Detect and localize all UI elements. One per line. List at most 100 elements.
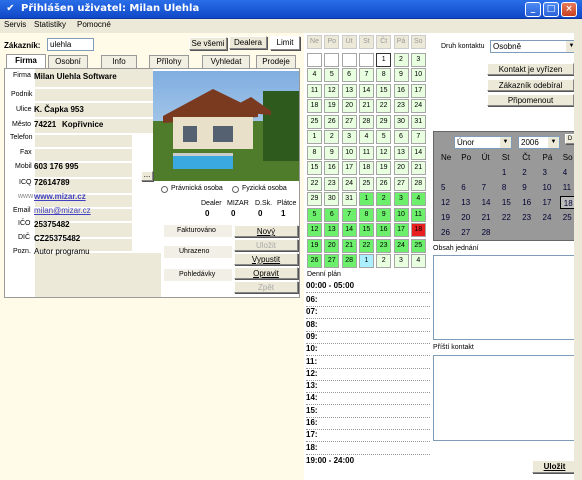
menu-servis[interactable]: Servis bbox=[4, 20, 26, 29]
minical-day-cell[interactable]: 21 bbox=[478, 211, 500, 224]
calendar-day-cell[interactable]: 21 bbox=[410, 161, 426, 175]
minical-day-cell[interactable]: 5 bbox=[438, 181, 459, 194]
limit-tab[interactable]: Limit bbox=[270, 36, 300, 50]
calendar-day-cell[interactable]: 26 bbox=[307, 254, 322, 268]
calendar-day-cell[interactable]: 7 bbox=[410, 130, 426, 144]
minical-day-cell[interactable]: 9 bbox=[519, 181, 541, 194]
customer-search-input[interactable]: ulehla bbox=[47, 38, 94, 51]
calendar-day-cell[interactable]: 24 bbox=[341, 176, 357, 191]
calendar-day-cell[interactable]: 22 bbox=[376, 99, 392, 113]
dayplan-hour-row[interactable]: 06: bbox=[306, 295, 430, 307]
minical-day-cell[interactable]: 7 bbox=[478, 181, 500, 194]
calendar-day-cell[interactable]: 3 bbox=[393, 192, 409, 206]
calendar-day-cell[interactable]: 17 bbox=[341, 161, 357, 175]
tab-osobni[interactable]: Osobní bbox=[48, 55, 88, 68]
calendar-day-cell[interactable]: 31 bbox=[341, 192, 357, 206]
calendar-day-cell[interactable]: 14 bbox=[341, 223, 357, 237]
calendar-day-cell[interactable]: 2 bbox=[324, 130, 340, 144]
contact-type-select[interactable]: Osobně ▼ bbox=[490, 40, 578, 53]
minical-day-cell[interactable]: 22 bbox=[498, 211, 520, 224]
minical-day-cell[interactable]: 26 bbox=[438, 226, 459, 239]
calendar-day-cell[interactable]: 1 bbox=[307, 130, 322, 144]
calendar-day-cell[interactable]: 19 bbox=[324, 99, 340, 113]
photo-browse-button[interactable]: ... bbox=[141, 171, 153, 181]
next-contact-textarea[interactable] bbox=[433, 355, 578, 441]
calendar-day-cell[interactable]: 8 bbox=[307, 145, 322, 160]
calendar-day-cell[interactable]: 25 bbox=[307, 114, 322, 129]
calendar-day-cell[interactable]: 20 bbox=[324, 238, 340, 253]
calendar-day-cell[interactable]: 23 bbox=[324, 176, 340, 191]
radio-fyzicka[interactable] bbox=[232, 186, 239, 193]
calendar-day-cell[interactable]: 15 bbox=[376, 83, 392, 98]
calendar-day-cell[interactable]: 10 bbox=[341, 145, 357, 160]
calendar-day-cell[interactable]: 15 bbox=[358, 223, 374, 237]
dayplan-row-last[interactable]: 19:00 - 24:00 bbox=[306, 456, 430, 468]
value-firma[interactable]: Milan Ulehla Software bbox=[34, 72, 117, 81]
dayplan-hour-row[interactable]: 07: bbox=[306, 307, 430, 320]
minical-day-cell[interactable]: 16 bbox=[519, 196, 541, 209]
value-ulice[interactable]: K. Čapka 953 bbox=[34, 105, 84, 114]
new-button[interactable]: Nový bbox=[234, 225, 298, 237]
calendar-day-cell[interactable]: 3 bbox=[341, 130, 357, 144]
dayplan-hour-row[interactable]: 12: bbox=[306, 369, 430, 381]
scrollbar[interactable] bbox=[574, 33, 582, 480]
calendar-day-cell[interactable]: 4 bbox=[410, 192, 426, 206]
calendar-day-cell[interactable]: 3 bbox=[393, 254, 409, 268]
menu-pomocne[interactable]: Pomocné bbox=[77, 20, 111, 29]
calendar-day-cell[interactable]: 23 bbox=[376, 238, 392, 253]
tab-firma[interactable]: Firma bbox=[6, 54, 46, 68]
calendar-day-cell[interactable]: 5 bbox=[376, 130, 392, 144]
calendar-day-cell[interactable]: 16 bbox=[324, 161, 340, 175]
save-contact-button[interactable]: Uložit bbox=[532, 460, 577, 473]
all-customers-button[interactable]: Se všemi bbox=[189, 37, 227, 50]
calendar-day-cell[interactable]: 28 bbox=[341, 254, 357, 268]
calendar-day-cell[interactable]: 9 bbox=[376, 207, 392, 222]
calendar-day-cell[interactable]: 13 bbox=[324, 223, 340, 237]
calendar-day-cell[interactable]: 22 bbox=[307, 176, 322, 191]
calendar-day-cell[interactable]: 7 bbox=[358, 68, 374, 82]
calendar-day-cell[interactable]: 17 bbox=[410, 83, 426, 98]
calendar-day-cell[interactable]: 14 bbox=[410, 145, 426, 160]
calendar-day-cell[interactable]: 12 bbox=[324, 83, 340, 98]
calendar-day-cell[interactable]: 18 bbox=[307, 99, 322, 113]
calendar-day-cell[interactable]: 23 bbox=[393, 99, 409, 113]
dealer-tab[interactable]: Dealera bbox=[229, 36, 267, 49]
calendar-day-cell[interactable]: 30 bbox=[324, 192, 340, 206]
calendar-day-cell[interactable]: 2 bbox=[393, 52, 409, 67]
calendar-day-cell[interactable]: 30 bbox=[393, 114, 409, 129]
calendar-day-cell[interactable]: 1 bbox=[376, 52, 392, 67]
meeting-notes-textarea[interactable] bbox=[433, 255, 578, 340]
dayplan-hour-row[interactable]: 13: bbox=[306, 381, 430, 394]
calendar-day-cell[interactable]: 24 bbox=[410, 99, 426, 113]
tab-info[interactable]: Info bbox=[101, 55, 137, 68]
calendar-day-cell[interactable]: 20 bbox=[393, 161, 409, 175]
calendar-day-cell[interactable]: 6 bbox=[341, 68, 357, 82]
close-button[interactable]: × bbox=[561, 2, 577, 17]
dayplan-hour-row[interactable]: 18: bbox=[306, 443, 430, 455]
contact-done-button[interactable]: Kontakt je vyřízen bbox=[487, 63, 574, 75]
save-button[interactable]: Uložit bbox=[234, 239, 298, 251]
link-www[interactable]: www.mizar.cz bbox=[34, 192, 86, 201]
calendar-day-cell[interactable]: 28 bbox=[410, 176, 426, 191]
minical-day-cell[interactable]: 15 bbox=[498, 196, 520, 209]
dayplan-hour-row[interactable]: 09: bbox=[306, 332, 430, 344]
calendar-day-cell[interactable]: 27 bbox=[324, 254, 340, 268]
calendar-day-cell[interactable]: 20 bbox=[341, 99, 357, 113]
calendar-day-cell[interactable]: 16 bbox=[376, 223, 392, 237]
back-button[interactable]: Zpět bbox=[234, 281, 298, 293]
value-ico[interactable]: 25375482 bbox=[34, 220, 70, 229]
maximize-button[interactable]: □ bbox=[543, 2, 559, 17]
tab-prilohy[interactable]: Přílohy bbox=[149, 55, 189, 68]
dayplan-hour-row[interactable]: 16: bbox=[306, 418, 430, 430]
value-dic[interactable]: CZ25375482 bbox=[34, 234, 80, 243]
calendar-day-cell[interactable]: 10 bbox=[410, 68, 426, 82]
minical-day-cell[interactable]: 17 bbox=[539, 196, 561, 209]
year-select[interactable]: 2006 ▼ bbox=[518, 136, 560, 149]
delete-button[interactable]: Vypustit bbox=[234, 253, 298, 265]
calendar-day-cell[interactable]: 10 bbox=[393, 207, 409, 222]
calendar-day-cell[interactable]: 28 bbox=[358, 114, 374, 129]
minical-day-cell[interactable]: 28 bbox=[478, 226, 500, 239]
calendar-day-cell[interactable]: 4 bbox=[358, 130, 374, 144]
minical-day-cell[interactable]: 12 bbox=[438, 196, 459, 209]
dayplan-hour-row[interactable]: 08: bbox=[306, 320, 430, 332]
